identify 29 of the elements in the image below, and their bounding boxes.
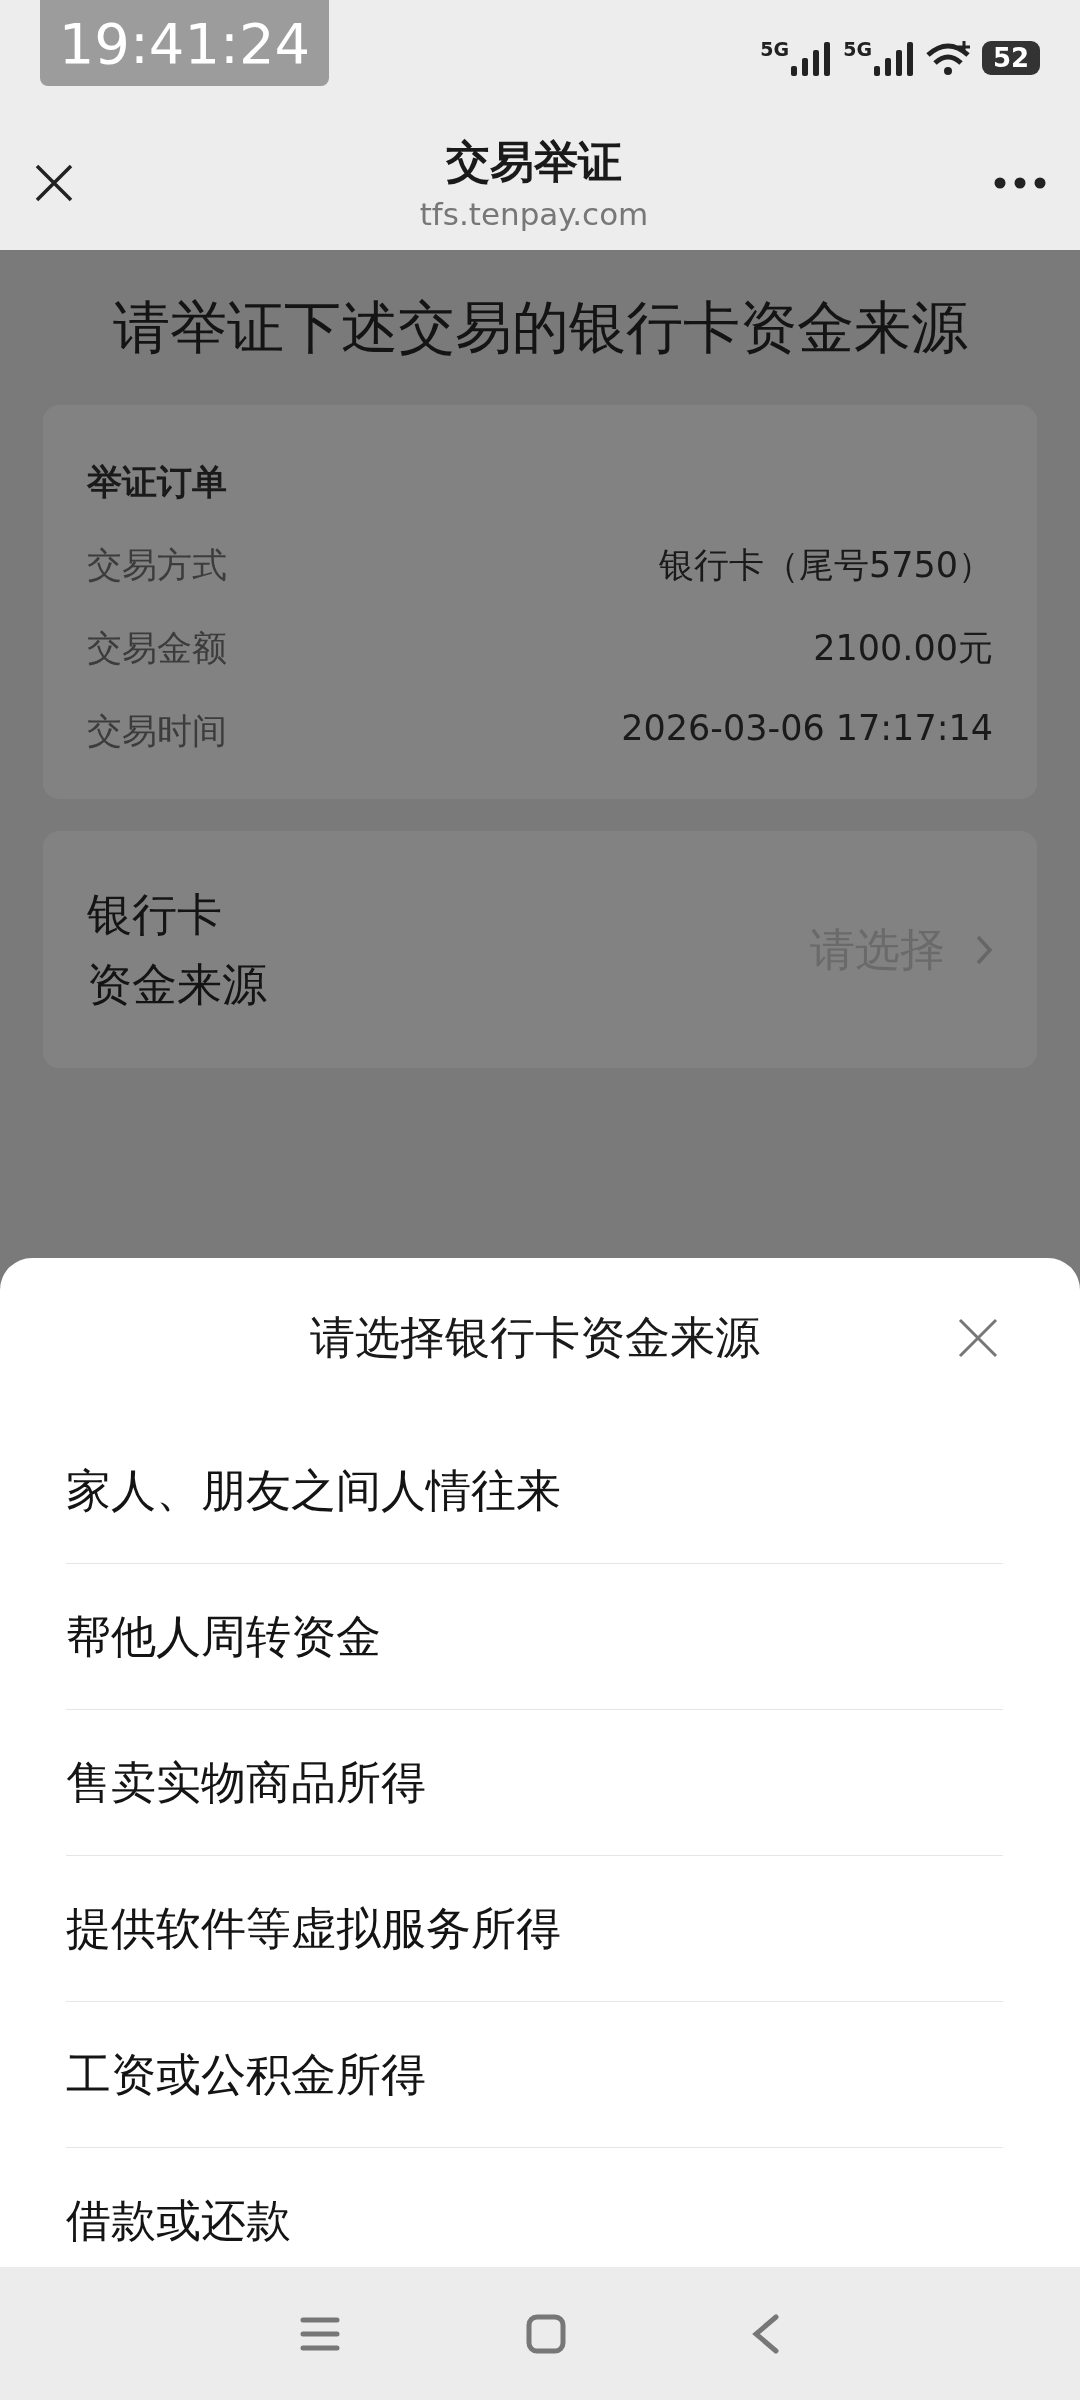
option-item[interactable]: 家人、朋友之间人情往来 bbox=[66, 1418, 1003, 1564]
page-url: tfs.tenpay.com bbox=[419, 196, 649, 232]
option-item[interactable]: 帮他人周转资金 bbox=[66, 1564, 1003, 1710]
option-item[interactable]: 提供软件等虚拟服务所得 bbox=[66, 1856, 1003, 2002]
sheet-title: 请选择银行卡资金来源 bbox=[309, 1310, 760, 1366]
option-item[interactable]: 工资或公积金所得 bbox=[66, 2002, 1003, 2148]
field-value: 2026-03-06 17:17:14 bbox=[621, 708, 993, 750]
picker-label: 资金来源 bbox=[87, 956, 267, 1013]
field-label: 交易方式 bbox=[87, 544, 227, 587]
close-icon[interactable] bbox=[34, 162, 74, 203]
signal-icon bbox=[872, 39, 916, 76]
battery-indicator: 52 bbox=[982, 40, 1040, 75]
more-icon[interactable] bbox=[994, 176, 1046, 189]
page-title: 交易举证 bbox=[446, 135, 622, 189]
network-type: 5G bbox=[760, 39, 790, 59]
field-label: 交易金额 bbox=[87, 627, 227, 670]
card-title: 举证订单 bbox=[87, 461, 228, 504]
recording-timestamp: 19:41:24 bbox=[40, 0, 329, 86]
field-value: 2100.00元 bbox=[813, 627, 993, 670]
page-heading: 请举证下述交易的银行卡资金来源 bbox=[111, 293, 969, 362]
home-icon[interactable] bbox=[526, 2313, 566, 2354]
option-item[interactable]: 售卖实物商品所得 bbox=[66, 1710, 1003, 1856]
wifi-icon bbox=[926, 38, 972, 77]
chevron-right-icon bbox=[975, 933, 993, 966]
picker-label: 银行卡 bbox=[87, 886, 223, 943]
back-icon[interactable] bbox=[752, 2313, 780, 2354]
field-label: 交易时间 bbox=[87, 710, 227, 753]
network-type: 5G bbox=[843, 39, 872, 59]
field-value: 银行卡（尾号5750） bbox=[658, 544, 993, 587]
